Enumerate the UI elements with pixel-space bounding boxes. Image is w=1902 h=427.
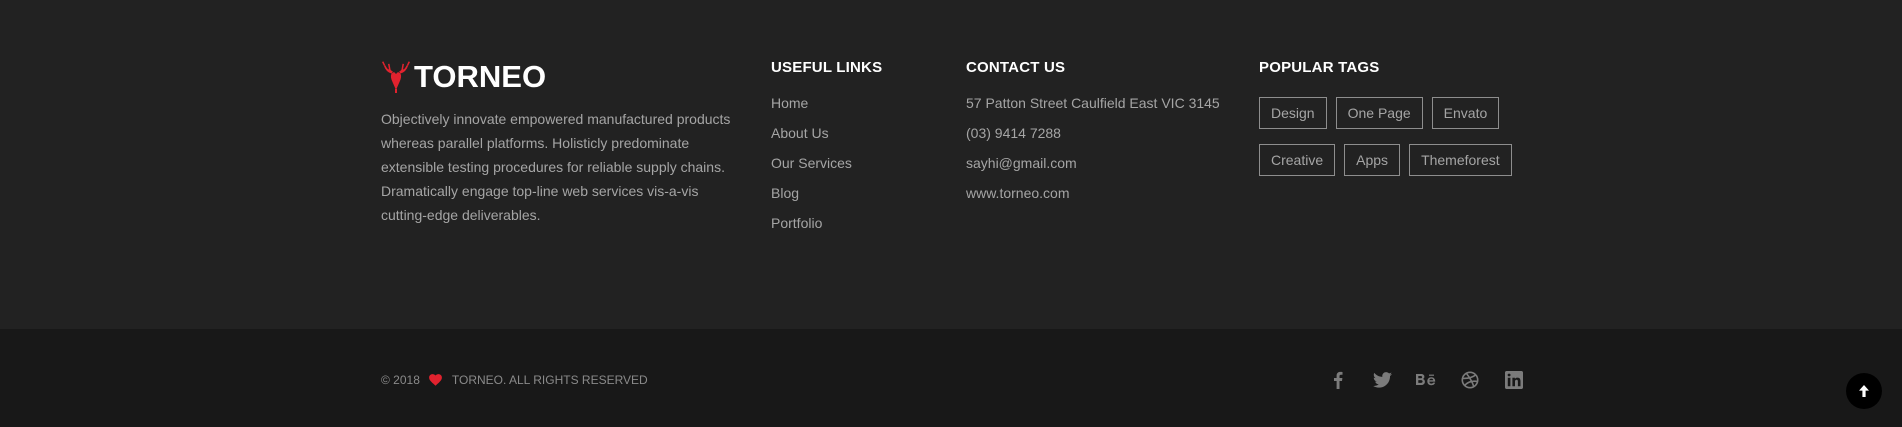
tag-design[interactable]: Design xyxy=(1259,97,1327,129)
tag-cloud: Design One Page Envato Creative Apps The… xyxy=(1259,97,1549,191)
useful-links-column: USEFUL LINKS Home About Us Our Services … xyxy=(771,58,951,244)
footer-bottom-bar xyxy=(0,329,1902,427)
useful-links-title: USEFUL LINKS xyxy=(771,59,883,76)
footer-link-home[interactable]: Home xyxy=(771,94,951,124)
behance-icon xyxy=(1416,374,1436,386)
linkedin-link[interactable] xyxy=(1502,368,1526,392)
dribbble-icon xyxy=(1461,371,1479,389)
brand-logo[interactable]: TORNEO xyxy=(381,58,741,96)
contact-email[interactable]: sayhi@gmail.com xyxy=(966,154,1246,184)
about-column: TORNEO Objectively innovate empowered ma… xyxy=(381,58,741,227)
contact-phone[interactable]: (03) 9414 7288 xyxy=(966,124,1246,154)
social-links xyxy=(1326,368,1546,392)
footer-link-blog[interactable]: Blog xyxy=(771,184,951,214)
about-description: Objectively innovate empowered manufactu… xyxy=(381,111,731,223)
contact-list: 57 Patton Street Caulfield East VIC 3145… xyxy=(966,94,1246,214)
popular-tags-column: POPULAR TAGS Design One Page Envato Crea… xyxy=(1259,58,1559,191)
dribbble-link[interactable] xyxy=(1458,368,1482,392)
footer-link-our-services[interactable]: Our Services xyxy=(771,154,951,184)
copyright: © 2018 TORNEO. ALL RIGHTS RESERVED xyxy=(381,373,648,387)
facebook-link[interactable] xyxy=(1326,368,1350,392)
footer-link-about-us[interactable]: About Us xyxy=(771,124,951,154)
contact-title: CONTACT US xyxy=(966,59,1066,76)
contact-address: 57 Patton Street Caulfield East VIC 3145 xyxy=(966,95,1220,111)
facebook-icon xyxy=(1334,371,1343,389)
heart-icon xyxy=(428,374,442,386)
twitter-link[interactable] xyxy=(1370,368,1394,392)
deer-logo-icon xyxy=(382,61,410,93)
tag-apps[interactable]: Apps xyxy=(1344,144,1401,176)
popular-tags-title: POPULAR TAGS xyxy=(1259,59,1380,76)
arrow-up-icon xyxy=(1859,385,1869,397)
behance-link[interactable] xyxy=(1414,368,1438,392)
footer-link-portfolio[interactable]: Portfolio xyxy=(771,214,951,244)
tag-themeforest[interactable]: Themeforest xyxy=(1409,144,1512,176)
tag-envato[interactable]: Envato xyxy=(1431,97,1500,129)
contact-website[interactable]: www.torneo.com xyxy=(966,184,1246,214)
tag-one-page[interactable]: One Page xyxy=(1335,97,1423,129)
copyright-text: TORNEO. ALL RIGHTS RESERVED xyxy=(451,373,648,387)
copyright-year: © 2018 xyxy=(381,373,420,387)
useful-links-list: Home About Us Our Services Blog Portfoli… xyxy=(771,94,951,244)
linkedin-icon xyxy=(1505,371,1523,389)
tag-creative[interactable]: Creative xyxy=(1259,144,1336,176)
brand-name: TORNEO xyxy=(414,59,547,94)
contact-column: CONTACT US 57 Patton Street Caulfield Ea… xyxy=(966,58,1246,214)
footer-main: TORNEO Objectively innovate empowered ma… xyxy=(0,0,1902,329)
twitter-icon xyxy=(1372,372,1392,388)
scroll-to-top-button[interactable] xyxy=(1846,373,1882,409)
